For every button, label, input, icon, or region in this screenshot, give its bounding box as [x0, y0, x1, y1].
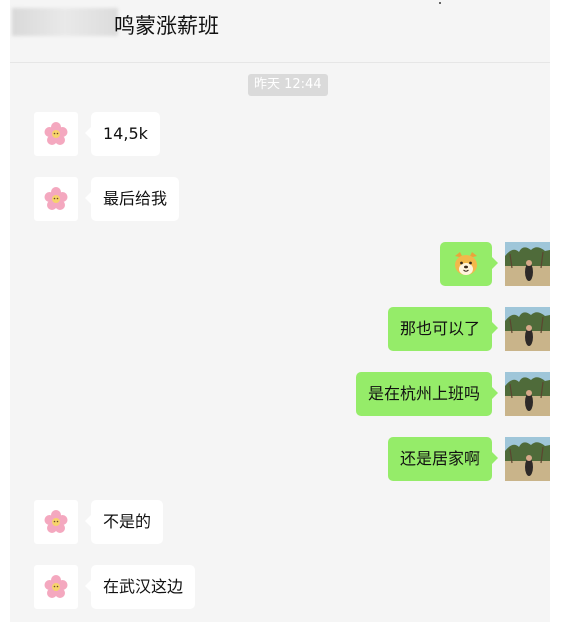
- chat-title: 鸣蒙涨薪班: [114, 14, 219, 38]
- user-avatar[interactable]: [505, 242, 550, 286]
- header-dot: [439, 2, 441, 4]
- beach-photo-avatar-icon: [505, 307, 550, 351]
- flower-avatar-icon: [44, 122, 68, 145]
- message-bubble-outgoing[interactable]: 还是居家啊: [387, 437, 499, 481]
- flower-avatar-icon: [44, 510, 68, 533]
- redacted-contact-name: [12, 8, 118, 36]
- contact-avatar[interactable]: [34, 500, 78, 544]
- user-avatar[interactable]: [505, 372, 550, 416]
- user-avatar[interactable]: [505, 307, 550, 351]
- message-bubble-outgoing[interactable]: 是在杭州上班吗: [355, 372, 499, 416]
- user-avatar[interactable]: [505, 437, 550, 481]
- beach-photo-avatar-icon: [505, 372, 550, 416]
- message-bubble-incoming[interactable]: 在武汉这边: [84, 565, 196, 609]
- flower-avatar-icon: [44, 575, 68, 598]
- message-bubble-outgoing[interactable]: 那也可以了: [387, 307, 499, 351]
- contact-avatar[interactable]: [34, 112, 78, 156]
- flower-avatar-icon: [44, 187, 68, 210]
- message-timestamp: 昨天 12:44: [248, 74, 328, 96]
- message-bubble-incoming[interactable]: 不是的: [84, 500, 164, 544]
- contact-avatar[interactable]: [34, 177, 78, 221]
- beach-photo-avatar-icon: [505, 242, 550, 286]
- dog-face-emoji-icon: [455, 252, 477, 275]
- chat-window: 鸣蒙涨薪班 昨天 12:44 14,5k 最后给我 那也可以了 是在杭州上班吗 …: [10, 0, 550, 622]
- message-bubble-outgoing-sticker[interactable]: [440, 242, 498, 286]
- beach-photo-avatar-icon: [505, 437, 550, 481]
- message-bubble-incoming[interactable]: 最后给我: [84, 177, 180, 221]
- contact-avatar[interactable]: [34, 565, 78, 609]
- chat-header: 鸣蒙涨薪班: [10, 0, 550, 63]
- message-bubble-incoming[interactable]: 14,5k: [85, 112, 160, 156]
